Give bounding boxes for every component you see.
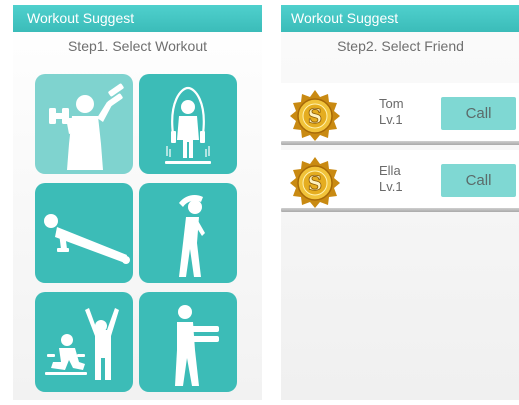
friend-row-ella: S Ella Lv.1 Call <box>281 150 519 212</box>
friend-select-screen: Workout Suggest Step2. Select Friend S T… <box>281 5 519 400</box>
push-up-workout-icon <box>44 214 130 264</box>
friend-level: Lv.1 <box>379 112 403 127</box>
dumbbell-workout-icon <box>49 83 124 170</box>
app-title-bar: Workout Suggest <box>281 5 519 32</box>
gold-coin-s-icon: S <box>290 90 340 141</box>
call-button[interactable]: Call <box>441 97 516 130</box>
workout-tile-arm-raise[interactable]: arm-raise <box>139 292 237 392</box>
app-title: Workout Suggest <box>291 10 399 26</box>
friend-name: Ella <box>379 163 401 178</box>
workout-select-screen: Workout Suggest Step1. Select Workout du… <box>13 5 262 400</box>
friend-row-tom: S Tom Lv.1 Call <box>281 83 519 145</box>
gold-coin-s-icon: S <box>290 157 340 208</box>
app-title-bar: Workout Suggest <box>13 5 262 32</box>
arm-raise-workout-icon <box>175 305 219 386</box>
side-stretch-workout-icon <box>179 195 205 277</box>
svg-text:S: S <box>308 171 322 195</box>
jump-rope-workout-icon <box>165 86 211 164</box>
workout-tile-side-stretch[interactable]: side-stretch <box>139 183 237 283</box>
row-divider <box>281 141 519 145</box>
step-heading: Step1. Select Workout <box>67 38 208 54</box>
workout-tile-squat-jump[interactable]: squat-jump <box>35 292 133 392</box>
friend-level: Lv.1 <box>379 179 403 194</box>
workout-tile-push-up[interactable]: push-up <box>35 183 133 283</box>
step-heading: Step2. Select Friend <box>337 38 464 54</box>
app-title: Workout Suggest <box>27 10 135 26</box>
workout-tile-jump-rope[interactable]: jump-rope <box>139 74 237 174</box>
row-divider <box>281 208 519 212</box>
squat-jump-workout-icon <box>45 308 119 380</box>
friend-name: Tom <box>379 96 404 111</box>
call-button[interactable]: Call <box>441 164 516 197</box>
workout-tile-dumbbell[interactable]: dumbbell <box>35 74 133 174</box>
svg-text:S: S <box>308 104 322 128</box>
